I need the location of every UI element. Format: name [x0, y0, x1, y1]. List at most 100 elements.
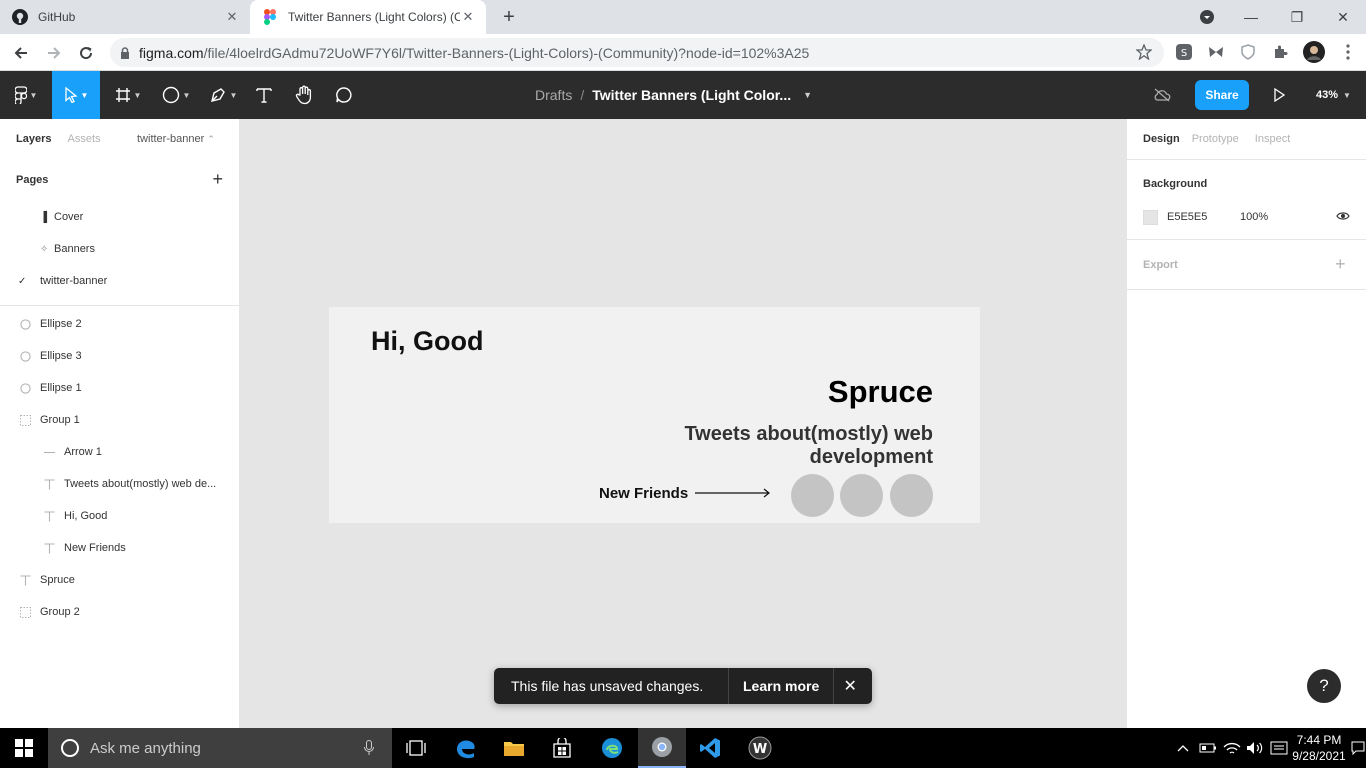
page-item-twitter-banner[interactable]: ✓ twitter-banner [0, 265, 239, 297]
clock-time: 7:44 PM [1296, 733, 1342, 747]
back-icon[interactable] [8, 40, 34, 66]
tab-prototype[interactable]: Prototype [1192, 133, 1239, 145]
close-tab-icon[interactable]: ✕ [460, 9, 476, 25]
page-item-banners[interactable]: ✧ Banners [0, 233, 239, 265]
task-view-icon[interactable] [392, 728, 440, 768]
present-play-icon[interactable] [1268, 71, 1290, 119]
bookmark-star-icon[interactable] [1135, 43, 1153, 61]
vscode-icon[interactable] [686, 728, 734, 768]
layer-row[interactable]: Arrow 1 [0, 436, 239, 468]
layer-row[interactable]: Tweets about(mostly) web de... [0, 468, 239, 500]
tab-design[interactable]: Design [1143, 133, 1180, 145]
maximize-icon[interactable]: ❐ [1274, 0, 1320, 34]
banner-cta[interactable]: New Friends [599, 485, 688, 502]
layer-row[interactable]: Ellipse 3 [0, 340, 239, 372]
eye-icon[interactable] [1336, 210, 1350, 222]
hand-tool-button[interactable] [290, 71, 318, 119]
tab-layers[interactable]: Layers [16, 133, 51, 145]
background-color-swatch[interactable] [1143, 210, 1158, 225]
layer-row[interactable]: Ellipse 1 [0, 372, 239, 404]
taskbar-search-box[interactable]: Ask me anything [48, 728, 392, 768]
banner-ellipse[interactable] [791, 474, 834, 517]
extension-butterfly-icon[interactable] [1207, 43, 1225, 61]
zoom-level: 43% [1316, 89, 1339, 101]
add-page-icon[interactable]: + [212, 169, 223, 190]
tab-assets[interactable]: Assets [67, 133, 100, 145]
twitter-banner-frame[interactable]: Hi, Good Spruce Tweets about(mostly) web… [329, 307, 980, 523]
page-selector[interactable]: twitter-banner ⌃ [137, 133, 215, 145]
banner-greeting[interactable]: Hi, Good [371, 326, 483, 357]
move-tool-button[interactable]: ▼ [52, 71, 100, 119]
volume-icon[interactable] [1245, 728, 1265, 768]
file-explorer-icon[interactable] [490, 728, 538, 768]
layer-row[interactable]: Group 1 [0, 404, 239, 436]
share-button[interactable]: Share [1195, 80, 1249, 110]
banner-tagline[interactable]: Tweets about(mostly) web development [633, 423, 933, 469]
chrome-taskbar-icon[interactable] [638, 728, 686, 768]
frame-tool-button[interactable]: ▼ [108, 71, 148, 119]
chevron-down-icon: ▼ [182, 90, 191, 100]
keyboard-icon[interactable] [1268, 728, 1290, 768]
design-canvas[interactable]: Hi, Good Spruce Tweets about(mostly) web… [240, 119, 1126, 728]
windows-start-icon[interactable] [0, 728, 48, 768]
background-hex-input[interactable]: E5E5E5 [1167, 211, 1207, 223]
wifi-icon[interactable] [1222, 728, 1242, 768]
pen-tool-button[interactable]: ▼ [202, 71, 244, 119]
w-app-icon[interactable]: W [736, 728, 784, 768]
battery-icon[interactable] [1198, 728, 1218, 768]
offline-cloud-icon[interactable] [1150, 71, 1174, 119]
extension-s-icon[interactable]: S [1175, 43, 1193, 61]
profile-menu-icon[interactable] [1184, 0, 1230, 34]
address-bar[interactable]: figma.com/file/4loelrdGAdmu72UoWF7Y6l/Tw… [110, 38, 1164, 67]
layer-row[interactable]: New Friends [0, 532, 239, 564]
tab-github[interactable]: GitHub ✕ [0, 0, 250, 34]
comment-tool-button[interactable] [330, 71, 358, 119]
page-item-cover[interactable]: ▐ Cover [0, 201, 239, 233]
add-export-icon[interactable]: + [1335, 254, 1346, 275]
chevron-up-icon[interactable] [1174, 728, 1192, 768]
system-clock[interactable]: 7:44 PM 9/28/2021 [1292, 732, 1346, 764]
main-menu-button[interactable]: ▼ [6, 71, 46, 119]
tab-inspect[interactable]: Inspect [1255, 133, 1290, 145]
layer-row[interactable]: Hi, Good [0, 500, 239, 532]
cortana-circle-icon [60, 738, 80, 758]
tab-figma-file[interactable]: Twitter Banners (Light Colors) (Co ✕ [250, 0, 486, 34]
store-icon[interactable] [538, 728, 586, 768]
close-icon[interactable]: ✕ [834, 668, 866, 704]
zoom-dropdown[interactable]: 43% ▼ [1316, 71, 1351, 119]
forward-icon[interactable] [41, 40, 67, 66]
edge-icon[interactable] [588, 728, 636, 768]
chrome-menu-icon[interactable] [1339, 43, 1357, 61]
close-tab-icon[interactable]: ✕ [224, 9, 240, 25]
banner-ellipse[interactable] [840, 474, 883, 517]
shape-tool-button[interactable]: ▼ [156, 71, 196, 119]
reload-icon[interactable] [73, 40, 99, 66]
new-tab-button[interactable]: + [498, 7, 520, 29]
arrow-icon[interactable] [695, 488, 771, 498]
chevron-down-icon[interactable]: ▼ [803, 90, 812, 100]
banner-ellipse[interactable] [890, 474, 933, 517]
microphone-icon[interactable] [364, 740, 374, 756]
browser-toolbar: figma.com/file/4loelrdGAdmu72UoWF7Y6l/Tw… [0, 34, 1366, 71]
unsaved-changes-toast: This file has unsaved changes. Learn mor… [494, 668, 872, 704]
banner-name[interactable]: Spruce [828, 374, 933, 410]
minimize-icon[interactable]: — [1228, 0, 1274, 34]
layer-row[interactable]: Spruce [0, 564, 239, 596]
background-opacity-input[interactable]: 100% [1240, 211, 1268, 223]
edge-legacy-icon[interactable] [442, 728, 490, 768]
extension-shield-icon[interactable] [1239, 43, 1257, 61]
help-button[interactable]: ? [1307, 669, 1341, 703]
layer-row[interactable]: Ellipse 2 [0, 308, 239, 340]
breadcrumb-drafts[interactable]: Drafts [535, 87, 572, 103]
layer-label: Hi, Good [64, 510, 108, 522]
file-name[interactable]: Twitter Banners (Light Color... [592, 87, 791, 103]
learn-more-button[interactable]: Learn more [728, 668, 835, 704]
text-tool-button[interactable] [250, 71, 278, 119]
extensions-puzzle-icon[interactable] [1271, 43, 1289, 61]
layer-row[interactable]: Group 2 [0, 596, 239, 628]
notification-icon[interactable] [1350, 728, 1366, 768]
frame-hash-icon [115, 87, 131, 103]
window-close-icon[interactable]: ✕ [1320, 0, 1366, 34]
pen-icon [209, 86, 227, 104]
profile-avatar-icon[interactable] [1303, 41, 1325, 63]
